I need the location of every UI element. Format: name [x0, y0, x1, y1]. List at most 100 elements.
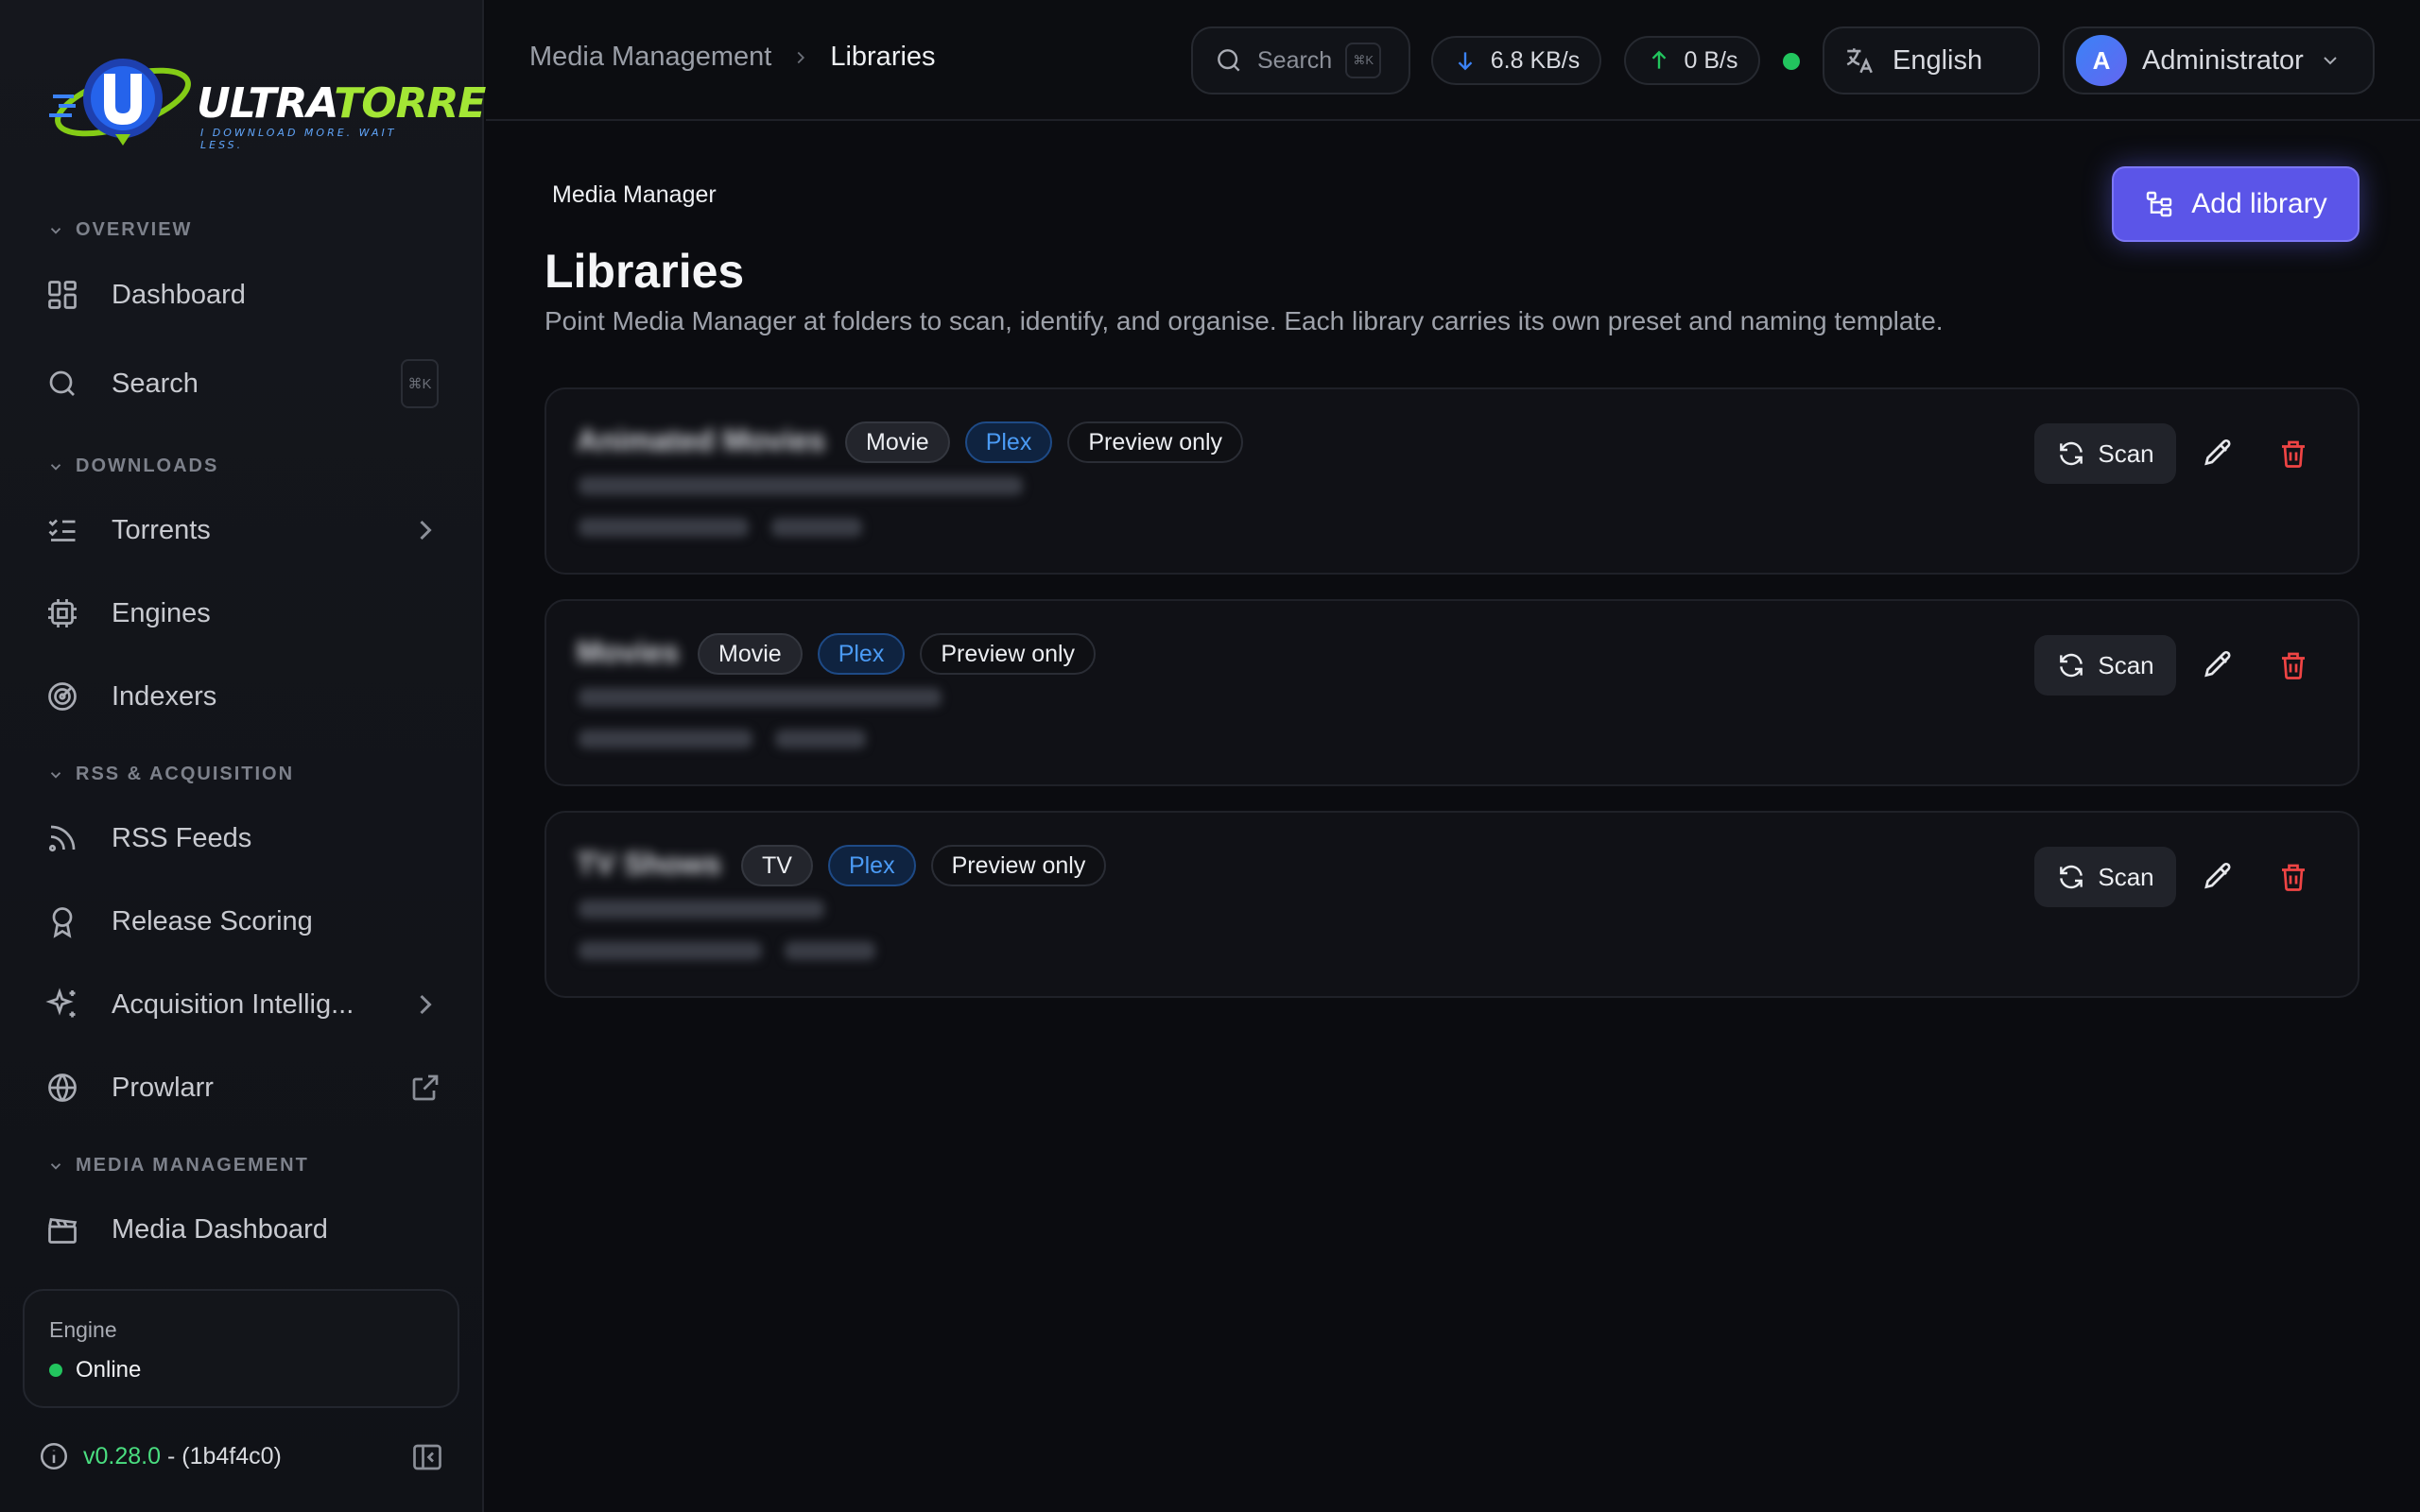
sidebar-item-rss-feeds[interactable]: RSS Feeds [45, 808, 442, 868]
section-media-label: MEDIA MANAGEMENT [76, 1155, 309, 1176]
sidebar-item-engines[interactable]: Engines [45, 583, 442, 644]
user-menu[interactable]: A Administrator [2063, 26, 2375, 94]
scan-button[interactable]: Scan [2034, 423, 2176, 484]
version-build: - (1b4f4c0) [166, 1442, 282, 1469]
user-name: Administrator [2142, 44, 2304, 76]
sidebar-item-label: Search [112, 368, 199, 399]
radar-icon [48, 682, 77, 711]
trash-icon[interactable] [2276, 860, 2310, 894]
pencil-icon[interactable] [2201, 860, 2235, 894]
library-meta-redacted [579, 518, 749, 537]
chevron-down-icon [2324, 57, 2337, 65]
library-meta-redacted [579, 730, 752, 748]
sidebar-item-label: Dashboard [112, 279, 246, 310]
status-online-dot [49, 1364, 62, 1377]
engine-status-label: Online [76, 1357, 142, 1383]
engine-title: Engine [49, 1317, 117, 1342]
scan-label: Scan [2098, 438, 2154, 468]
library-name: Animated Movies [577, 423, 826, 457]
library-meta-redacted [771, 518, 862, 537]
library-path-redacted [579, 900, 824, 919]
search-icon [49, 370, 75, 396]
search-label: Search [1257, 46, 1333, 74]
breadcrumb-current: Libraries [830, 42, 936, 72]
scan-label: Scan [2098, 862, 2154, 891]
library-meta-redacted [579, 941, 762, 960]
trash-icon[interactable] [2276, 437, 2310, 471]
sidebar-item-acquisition-intelligence[interactable]: Acquisition Intellig... [45, 974, 442, 1035]
scan-button[interactable]: Scan [2034, 847, 2176, 907]
sidebar-item-label: Release Scoring [112, 905, 313, 936]
upload-speed-badge: 0 B/s [1624, 36, 1760, 85]
scan-button[interactable]: Scan [2034, 635, 2176, 696]
translate-icon [1846, 48, 1873, 74]
list-check-icon [48, 519, 76, 541]
scan-label: Scan [2098, 650, 2154, 679]
clapperboard-icon [48, 1218, 78, 1244]
section-rss[interactable]: RSS & ACQUISITION [47, 764, 294, 785]
global-search-button[interactable]: Search ⌘K [1191, 26, 1410, 94]
sidebar-item-label: Media Dashboard [112, 1213, 328, 1245]
version-info: v0.28.0 - (1b4f4c0) [38, 1440, 282, 1472]
section-rss-label: RSS & ACQUISITION [76, 764, 295, 784]
logo-mark-icon [49, 59, 191, 146]
page-title: Libraries [544, 245, 745, 298]
sidebar-item-label: Torrents [112, 514, 211, 545]
sidebar-item-label: RSS Feeds [112, 822, 252, 853]
section-media-management[interactable]: MEDIA MANAGEMENT [47, 1155, 309, 1177]
sidebar-item-prowlarr[interactable]: Prowlarr [45, 1057, 442, 1118]
library-name: Movies [577, 635, 680, 669]
library-meta-redacted [775, 730, 866, 748]
chevron-down-icon [50, 771, 61, 779]
library-type-badge: Movie [845, 421, 950, 463]
page-description: Point Media Manager at folders to scan, … [544, 306, 1944, 335]
top-bar: Media Management Libraries Search ⌘K 6.8… [486, 0, 2420, 121]
library-type-badge: Movie [698, 633, 803, 675]
breadcrumb-parent[interactable]: Media Management [529, 42, 771, 73]
sidebar-item-torrents[interactable]: Torrents [45, 500, 442, 560]
sidebar-item-dashboard[interactable]: Dashboard [45, 265, 442, 325]
folder-tree-icon [2147, 191, 2172, 217]
avatar: A [2076, 35, 2127, 86]
chevron-down-icon [50, 227, 61, 234]
library-card: Animated Movies Movie Plex Preview only … [544, 387, 2360, 575]
download-speed-badge: 6.8 KB/s [1431, 36, 1601, 85]
rss-icon [48, 825, 76, 852]
sidebar-item-release-scoring[interactable]: Release Scoring [45, 891, 442, 952]
section-downloads[interactable]: DOWNLOADS [47, 455, 218, 477]
chevron-right-icon [420, 520, 432, 541]
sidebar: ULTRATORRENT I DOWNLOAD MORE. WAIT LESS.… [0, 0, 547, 1512]
sidebar-item-label: Acquisition Intellig... [112, 988, 354, 1020]
chevron-down-icon [50, 463, 61, 471]
refresh-icon [2060, 653, 2083, 678]
breadcrumb: Media Management Libraries [529, 42, 936, 73]
award-icon [52, 907, 73, 938]
language-selector[interactable]: English [1823, 26, 2040, 94]
trash-icon[interactable] [2276, 648, 2310, 682]
library-badges: Movie Plex Preview only [698, 633, 1097, 675]
refresh-icon [2060, 865, 2083, 889]
preview-mode-badge: Preview only [920, 633, 1097, 675]
media-server-badge: Plex [827, 845, 916, 886]
brand-tagline: I DOWNLOAD MORE. WAIT LESS. [200, 127, 397, 151]
brand-logo[interactable]: ULTRATORRENT I DOWNLOAD MORE. WAIT LESS. [45, 47, 547, 161]
section-overview[interactable]: OVERVIEW [47, 219, 192, 241]
add-library-button[interactable]: Add library [2112, 166, 2360, 242]
collapse-sidebar-icon[interactable] [410, 1440, 444, 1474]
section-downloads-label: DOWNLOADS [76, 455, 219, 476]
sidebar-item-search[interactable]: Search ⌘K [45, 353, 442, 414]
sidebar-item-media-dashboard[interactable]: Media Dashboard [45, 1199, 442, 1260]
library-name: TV Shows [577, 847, 721, 881]
sidebar-item-label: Engines [112, 597, 211, 628]
engine-status-card: Engine Online [23, 1289, 459, 1408]
sidebar-item-indexers[interactable]: Indexers [45, 666, 442, 727]
pencil-icon[interactable] [2201, 648, 2235, 682]
sidebar-item-label: Prowlarr [112, 1072, 214, 1103]
library-badges: TV Plex Preview only [741, 845, 1107, 886]
keyboard-shortcut-badge: ⌘K [401, 359, 439, 408]
info-icon[interactable] [38, 1440, 70, 1472]
cpu-icon [48, 599, 77, 627]
sparkles-icon [45, 988, 76, 1018]
arrow-down-icon [1458, 52, 1473, 71]
pencil-icon[interactable] [2201, 437, 2235, 471]
